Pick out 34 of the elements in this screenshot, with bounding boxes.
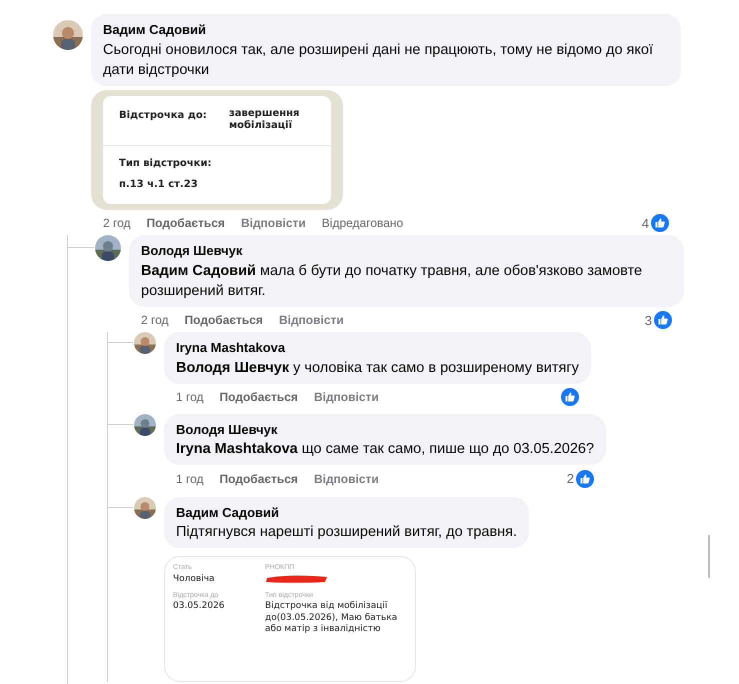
field-value: Чоловіча bbox=[173, 574, 216, 585]
author-name[interactable]: Iryna Mashtakova bbox=[176, 338, 579, 358]
field-value: п.13 ч.1 ст.23 bbox=[119, 178, 199, 192]
like-button[interactable]: Подобається bbox=[184, 311, 263, 330]
author-name[interactable]: Володя Шевчук bbox=[141, 241, 672, 260]
reaction-count: 3 bbox=[644, 312, 652, 330]
comment-text: Підтягнувся нарешті розширений витяг, до травня. bbox=[176, 523, 518, 542]
reaction-count: 4 bbox=[642, 214, 649, 232]
field-label: Тип відстрочки: bbox=[119, 156, 212, 170]
timestamp[interactable]: 1 год bbox=[176, 470, 204, 488]
like-button[interactable]: Подобається bbox=[220, 388, 298, 406]
reaction-count: 2 bbox=[566, 470, 574, 488]
author-name[interactable]: Вадим Садовий bbox=[176, 502, 518, 522]
scrollbar[interactable] bbox=[708, 535, 710, 578]
like-button[interactable]: Подобається bbox=[220, 470, 298, 488]
like-button[interactable]: Подобається bbox=[146, 214, 225, 232]
reply-button[interactable]: Відповісти bbox=[314, 388, 379, 406]
author-name[interactable]: Вадим Садовий bbox=[103, 20, 669, 40]
field-value: 03.05.2026 bbox=[173, 601, 226, 612]
comment-text: Володя Шевчук у чоловіка так само в розширеному витягу bbox=[176, 358, 579, 378]
reply-button[interactable]: Відповісти bbox=[240, 214, 306, 232]
author-name[interactable]: Володя Шевчук bbox=[176, 420, 594, 439]
comment-text: Вадим Садовий мала б бути до початку травня, але обов'язково замовте розширений витяг. bbox=[141, 262, 644, 300]
field-label: Відстрочка до: bbox=[119, 108, 208, 122]
timestamp[interactable]: 2 год bbox=[103, 214, 131, 232]
reply-button[interactable]: Відповісти bbox=[278, 311, 344, 330]
field-value: Відстрочка від мобілізації до(03.05.2026), Маю батька або матір з інвалідністю bbox=[265, 601, 398, 635]
timestamp[interactable]: 1 год bbox=[176, 388, 204, 406]
field-value: завершення мобілізації bbox=[229, 108, 300, 132]
comment-text: Iryna Mashtakova що саме так само, пише що до 03.05.2026? bbox=[176, 440, 594, 459]
reply-button[interactable]: Відповісти bbox=[314, 470, 379, 488]
edited-label: Відредаговано bbox=[322, 215, 404, 232]
timestamp[interactable]: 2 год bbox=[141, 311, 169, 330]
comment-text: Сьогодні оновилося так, але розширені дані не працюють, тому не відомо до якої дати відстрочки bbox=[103, 40, 654, 80]
